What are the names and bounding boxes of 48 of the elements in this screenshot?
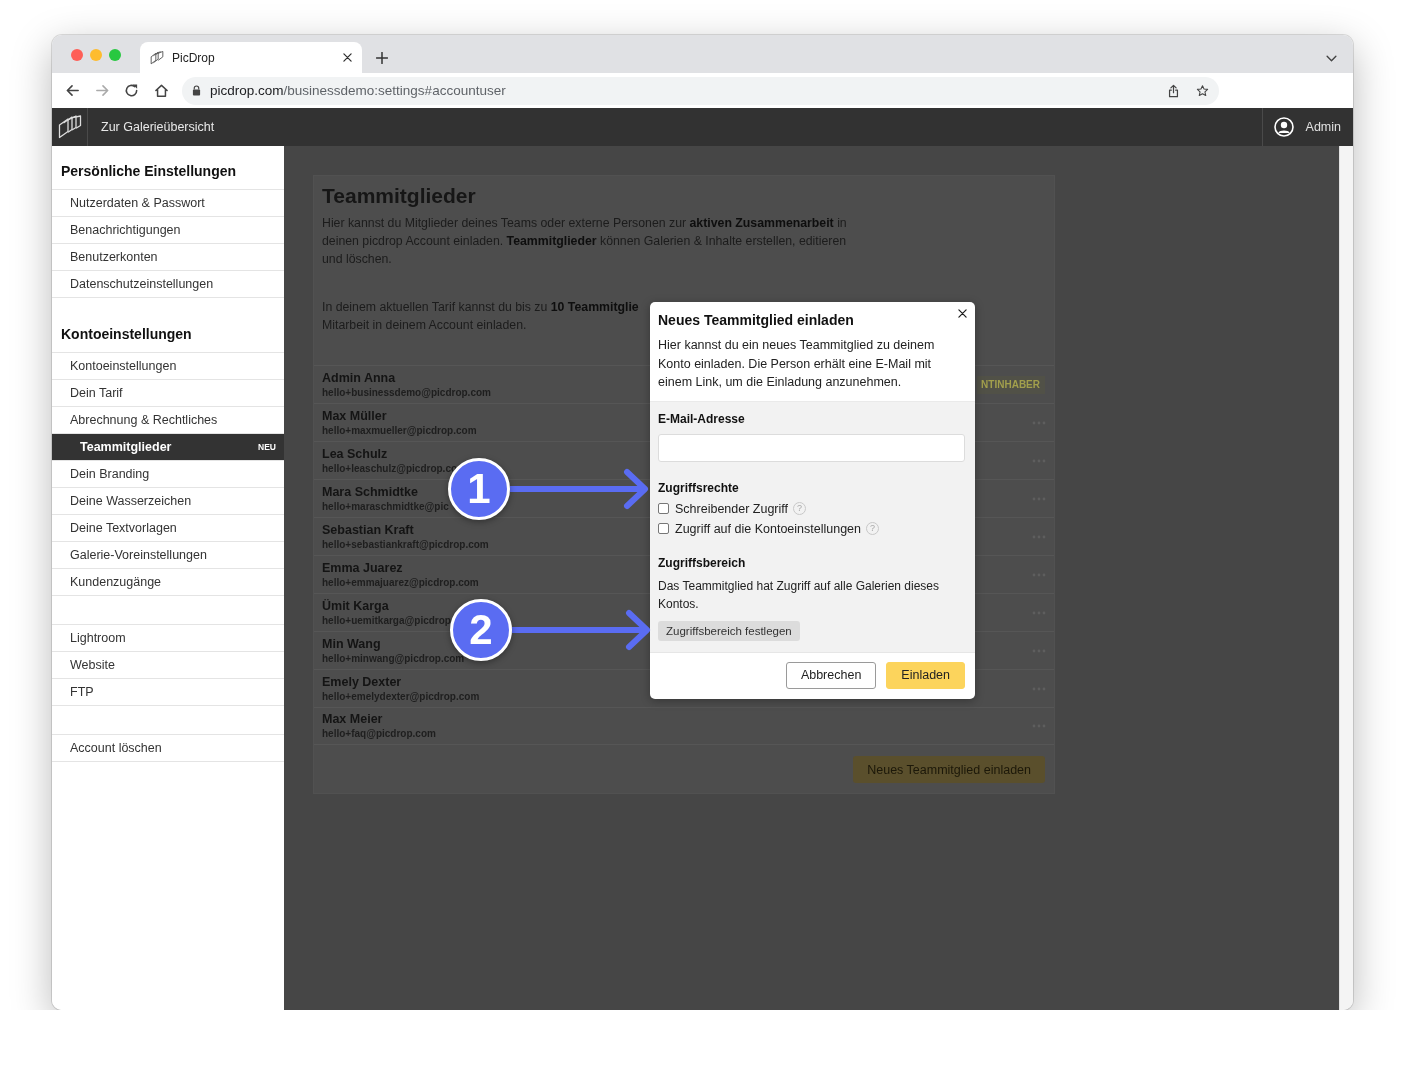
share-icon[interactable] <box>1167 83 1180 98</box>
window-close-icon[interactable] <box>71 49 83 61</box>
member-name: Mara Schmidtke <box>322 483 418 500</box>
member-name: Emma Juarez <box>322 559 403 576</box>
gallery-overview-link[interactable]: Zur Galerieübersicht <box>101 120 215 134</box>
field-label: E-Mail-Adresse <box>658 410 746 427</box>
window-minimize-icon[interactable] <box>90 49 102 61</box>
role-badge: NTINHABER <box>977 375 1045 394</box>
member-name: Min Wang <box>322 635 381 652</box>
member-name: Emely Dexter <box>322 673 402 690</box>
new-label: NEU <box>258 441 276 453</box>
checkbox[interactable] <box>658 523 669 534</box>
lock-icon <box>192 85 201 96</box>
back-arrow-icon[interactable] <box>65 83 80 98</box>
member-name: Lea Schulz <box>322 445 388 462</box>
member-name: Ümit Karga <box>322 597 389 614</box>
reload-icon[interactable] <box>124 83 139 98</box>
home-icon[interactable] <box>153 83 169 98</box>
cancel-button[interactable]: Abbrechen <box>785 661 877 689</box>
close-icon[interactable] <box>958 309 967 318</box>
invite-button[interactable]: Einladen <box>886 661 965 689</box>
browser-tab[interactable]: PicDrop <box>140 42 362 73</box>
email-input-field[interactable] <box>658 433 965 462</box>
section-heading: Zugriffsrechte <box>658 479 740 496</box>
dialog-title: Neues Teammitglied einladen <box>658 311 854 329</box>
member-name: Max Müller <box>322 407 387 424</box>
stacked-frames-icon[interactable] <box>57 115 82 139</box>
section-heading: Zugriffsbereich <box>658 554 747 571</box>
member-name: Admin Anna <box>322 369 396 386</box>
forward-arrow-icon[interactable] <box>94 83 110 98</box>
sidebar-item[interactable]: Teammitglieder NEU <box>52 434 284 461</box>
checkbox-label[interactable]: Zugriff auf die Kontoeinstellungen <box>675 521 861 536</box>
address-bar[interactable]: picdrop.com/businessdemo:settings#accountuser <box>182 76 1219 105</box>
member-name: Sebastian Kraft <box>322 521 414 538</box>
page-title: Teammitglieder <box>321 184 477 208</box>
window-zoom-icon[interactable] <box>109 49 121 61</box>
scope-description: Das Teammitglied hat Zugriff auf alle Galerien dieses Kontos. <box>658 577 941 613</box>
set-scope-button[interactable]: Zugriffsbereich festlegen <box>658 620 800 641</box>
star-icon[interactable] <box>1196 83 1209 98</box>
dialog-description: Hier kannst du ein neues Teammitglied zu deinem Konto einladen. Die Person erhält eine E-Mail mit einem Link, um die Einladung anzunehmen. <box>658 337 936 391</box>
close-icon[interactable] <box>343 53 352 62</box>
user-icon <box>1273 117 1294 137</box>
checkbox-label[interactable]: Schreibender Zugriff <box>675 501 789 516</box>
chevron-down-icon[interactable] <box>1326 55 1337 62</box>
plus-icon[interactable] <box>376 52 388 64</box>
checkbox[interactable] <box>658 503 669 514</box>
stacked-frames-icon <box>150 50 164 65</box>
member-name: Max Meier <box>322 711 383 727</box>
